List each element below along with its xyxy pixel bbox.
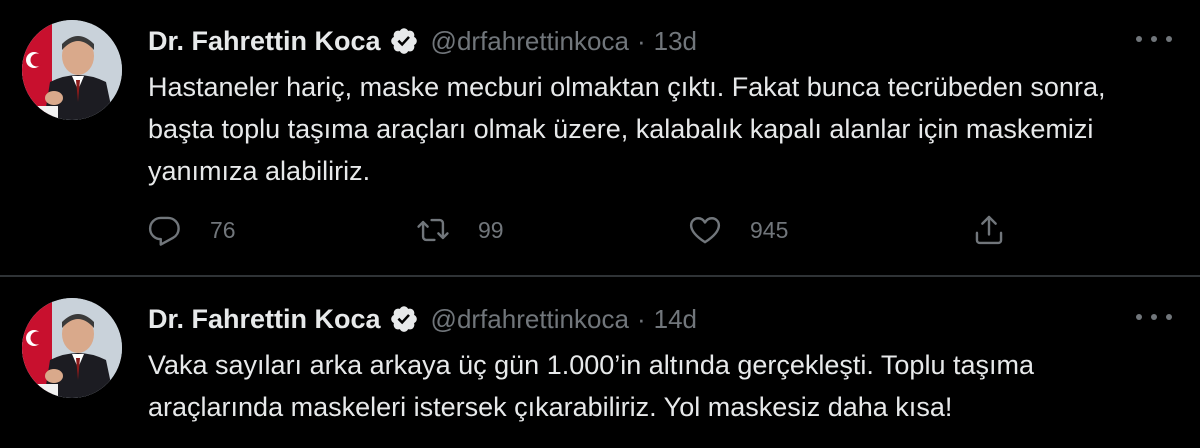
tweet[interactable]: Dr. Fahrettin Koca @drfahrettinkoca · 14… (0, 278, 1200, 448)
tweet-text: Hastaneler hariç, maske mecburi olmaktan… (148, 72, 1106, 186)
verified-badge-icon (390, 306, 417, 332)
tweet-divider (0, 275, 1200, 277)
retweet-count: 99 (478, 216, 504, 243)
handle[interactable]: @drfahrettinkoca (431, 26, 629, 57)
reply-button[interactable]: 76 (148, 213, 236, 247)
tweet-feed: Dr. Fahrettin Koca @drfahrettinkoca · 13… (0, 0, 1200, 448)
timestamp[interactable]: 14d (654, 304, 697, 335)
more-options-icon[interactable] (1136, 302, 1172, 332)
like-button[interactable]: 945 (688, 213, 788, 247)
tweet[interactable]: Dr. Fahrettin Koca @drfahrettinkoca · 13… (0, 0, 1200, 276)
like-count: 945 (750, 216, 789, 243)
handle[interactable]: @drfahrettinkoca (431, 304, 629, 335)
more-options-icon[interactable] (1136, 24, 1172, 54)
separator: · (636, 303, 646, 334)
reply-icon (148, 216, 180, 246)
reply-count: 76 (210, 216, 236, 243)
tweet-header: Dr. Fahrettin Koca @drfahrettinkoca · 13… (148, 24, 697, 58)
separator: · (636, 25, 646, 56)
tweet-text: Vaka sayıları arka arkaya üç gün 1.000’i… (148, 350, 1034, 422)
tweet-header: Dr. Fahrettin Koca @drfahrettinkoca · 14… (148, 302, 697, 336)
retweet-icon (417, 218, 449, 242)
like-icon (689, 217, 721, 244)
share-icon (975, 215, 1003, 245)
display-name[interactable]: Dr. Fahrettin Koca (148, 26, 381, 57)
avatar[interactable] (22, 298, 122, 398)
retweet-button[interactable]: 99 (416, 213, 504, 247)
timestamp[interactable]: 13d (654, 26, 697, 57)
display-name[interactable]: Dr. Fahrettin Koca (148, 304, 381, 335)
share-button[interactable] (972, 213, 1006, 247)
verified-badge-icon (390, 28, 417, 54)
avatar[interactable] (22, 20, 122, 120)
